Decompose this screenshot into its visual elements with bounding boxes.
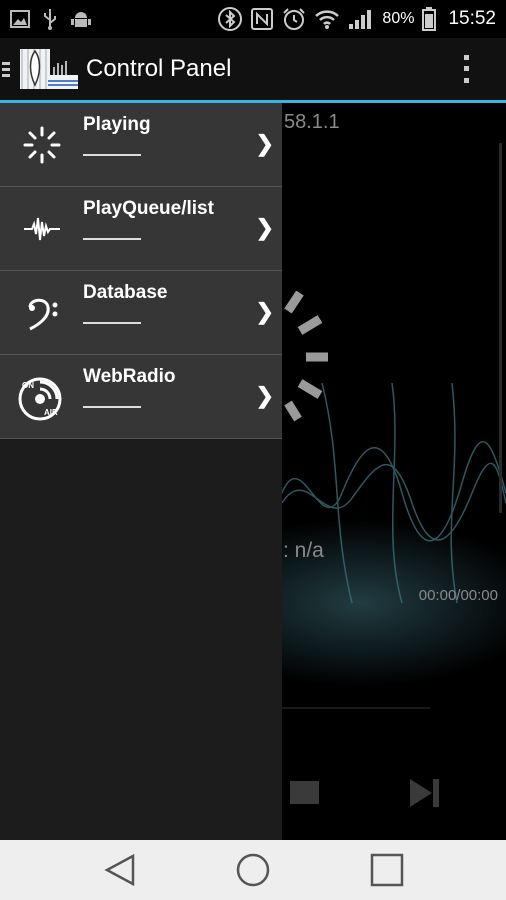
status-time: 15:52 — [448, 8, 496, 29]
seek-bar[interactable] — [282, 707, 430, 709]
action-bar: Control Panel — [0, 38, 506, 100]
usb-icon — [42, 8, 58, 30]
drawer-item-label: Database — [83, 282, 168, 303]
overflow-menu-icon[interactable] — [454, 52, 478, 86]
drawer-item-webradio[interactable]: ON AIR WebRadio ❯ — [0, 355, 282, 439]
label-underline — [83, 322, 141, 324]
chevron-right-icon: ❯ — [255, 299, 274, 324]
home-icon[interactable] — [235, 852, 271, 888]
status-bar: 80% 15:52 — [0, 0, 506, 38]
status-right-icons: 80% 15:52 — [218, 7, 496, 31]
android-debug-icon — [70, 8, 92, 30]
server-address-fragment: 58.1.1 — [284, 111, 340, 133]
drawer-item-playing[interactable]: Playing ❯ — [0, 103, 282, 187]
on-air-bottom-text: AIR — [44, 408, 58, 417]
navigation-drawer: Playing ❯ PlayQueue/list ❯ Database ❯ ON… — [0, 103, 282, 840]
battery-percent: 80% — [382, 10, 415, 27]
stop-icon[interactable] — [290, 781, 319, 804]
app-logo[interactable] — [18, 45, 80, 93]
drawer-item-label: WebRadio — [83, 366, 176, 387]
wifi-icon — [314, 8, 340, 30]
label-underline — [83, 406, 141, 408]
nfc-icon — [250, 7, 274, 31]
label-underline — [83, 238, 141, 240]
drawer-toggle-icon[interactable] — [2, 61, 12, 77]
drawer-item-database[interactable]: Database ❯ — [0, 271, 282, 355]
playing-spinner-icon — [18, 121, 66, 169]
track-info-fragment: : n/a — [283, 539, 324, 562]
background-scrollbar — [499, 143, 502, 513]
image-icon — [10, 10, 30, 28]
chevron-right-icon: ❯ — [255, 383, 274, 408]
waveform-icon — [18, 205, 66, 253]
elapsed-total-time: 00:00/00:00 — [418, 587, 498, 604]
system-navigation-bar — [0, 840, 506, 900]
alarm-icon — [282, 7, 306, 31]
label-underline — [83, 154, 141, 156]
bluetooth-icon — [218, 7, 243, 31]
waveform-background — [282, 383, 506, 603]
on-air-icon: ON AIR — [18, 373, 66, 421]
status-left-icons — [10, 8, 92, 30]
bass-clef-icon — [18, 289, 66, 337]
battery-icon — [422, 7, 437, 31]
skip-next-icon[interactable] — [410, 779, 440, 807]
signal-icon — [348, 8, 374, 30]
on-air-top-text: ON — [22, 381, 34, 390]
chevron-right-icon: ❯ — [255, 131, 274, 156]
page-title: Control Panel — [86, 55, 232, 82]
recents-icon[interactable] — [369, 852, 405, 888]
drawer-item-label: PlayQueue/list — [83, 198, 214, 219]
drawer-item-playqueue[interactable]: PlayQueue/list ❯ — [0, 187, 282, 271]
drawer-item-label: Playing — [83, 114, 151, 135]
back-icon[interactable] — [102, 852, 138, 888]
chevron-right-icon: ❯ — [255, 215, 274, 240]
